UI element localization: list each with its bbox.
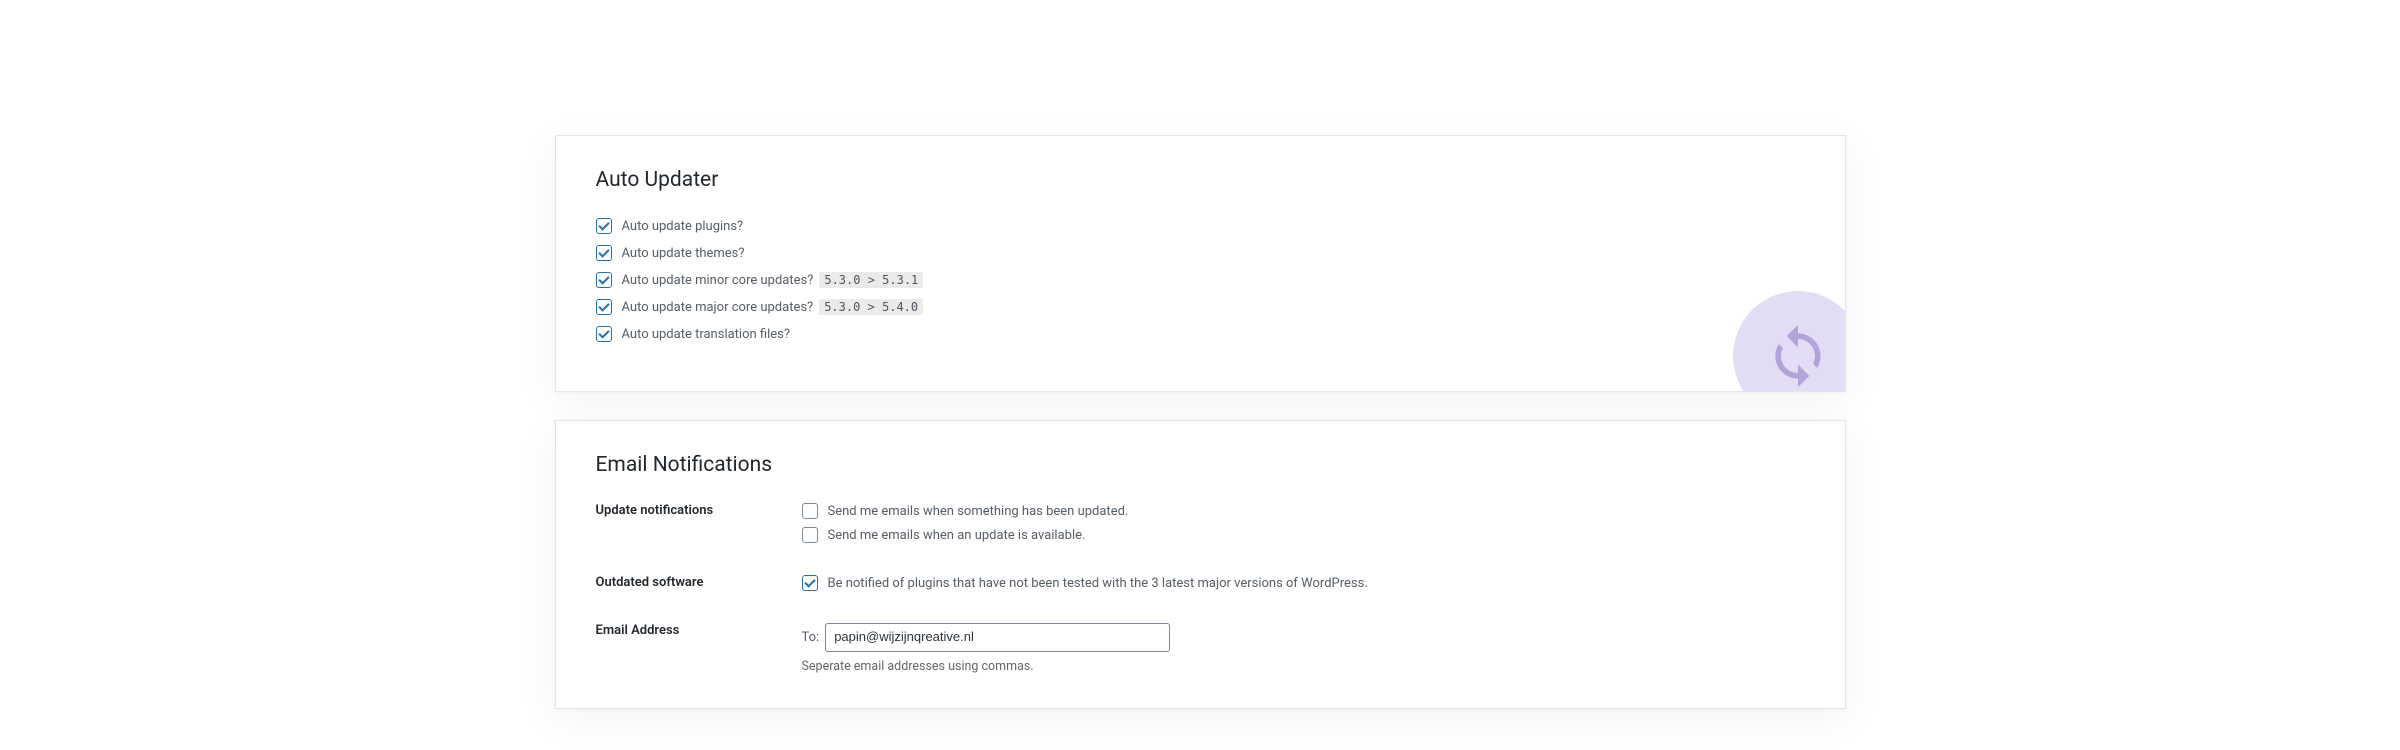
- option-label: Auto update major core updates?: [622, 300, 814, 315]
- email-notifications-title: Email Notifications: [596, 453, 1805, 477]
- row-outdated-software: Outdated software Be notified of plugins…: [596, 575, 1805, 599]
- checkbox-label: Send me emails when an update is availab…: [828, 528, 1086, 543]
- label-outdated-software: Outdated software: [596, 575, 802, 599]
- label-update-notifications: Update notifications: [596, 503, 802, 551]
- checkbox-label: Be notified of plugins that have not bee…: [828, 576, 1368, 591]
- to-label: To:: [802, 630, 820, 645]
- auto-updater-options: Auto update plugins? Auto update themes?…: [596, 218, 1805, 342]
- option-label: Auto update themes?: [622, 246, 745, 261]
- option-auto-update-themes: Auto update themes?: [596, 245, 1805, 261]
- option-label: Auto update minor core updates?: [622, 273, 814, 288]
- checkbox-email-on-available[interactable]: [802, 527, 818, 543]
- version-hint-major: 5.3.0 > 5.4.0: [819, 299, 923, 315]
- email-helper-text: Seperate email addresses using commas.: [802, 659, 1805, 674]
- checkbox-auto-update-major-core[interactable]: [596, 299, 612, 315]
- row-update-notifications: Update notifications Send me emails when…: [596, 503, 1805, 551]
- checkbox-auto-update-translations[interactable]: [596, 326, 612, 342]
- label-email-address: Email Address: [596, 623, 802, 674]
- checkbox-label: Send me emails when something has been u…: [828, 504, 1129, 519]
- email-address-input[interactable]: [825, 623, 1170, 652]
- checkbox-email-on-updated[interactable]: [802, 503, 818, 519]
- checkbox-auto-update-minor-core[interactable]: [596, 272, 612, 288]
- checkbox-auto-update-plugins[interactable]: [596, 218, 612, 234]
- option-auto-update-major-core: Auto update major core updates? 5.3.0 > …: [596, 299, 1805, 315]
- option-auto-update-plugins: Auto update plugins?: [596, 218, 1805, 234]
- checkbox-auto-update-themes[interactable]: [596, 245, 612, 261]
- option-label: Auto update plugins?: [622, 219, 744, 234]
- option-label: Auto update translation files?: [622, 327, 791, 342]
- email-notifications-panel: Email Notifications Update notifications…: [555, 420, 1846, 709]
- auto-updater-title: Auto Updater: [596, 168, 1805, 192]
- checkbox-outdated-plugins[interactable]: [802, 575, 818, 591]
- row-email-address: Email Address To: Seperate email address…: [596, 623, 1805, 674]
- option-auto-update-translations: Auto update translation files?: [596, 326, 1805, 342]
- version-hint-minor: 5.3.0 > 5.3.1: [819, 272, 923, 288]
- option-auto-update-minor-core: Auto update minor core updates? 5.3.0 > …: [596, 272, 1805, 288]
- auto-updater-panel: Auto Updater Auto update plugins? Auto u…: [555, 135, 1846, 392]
